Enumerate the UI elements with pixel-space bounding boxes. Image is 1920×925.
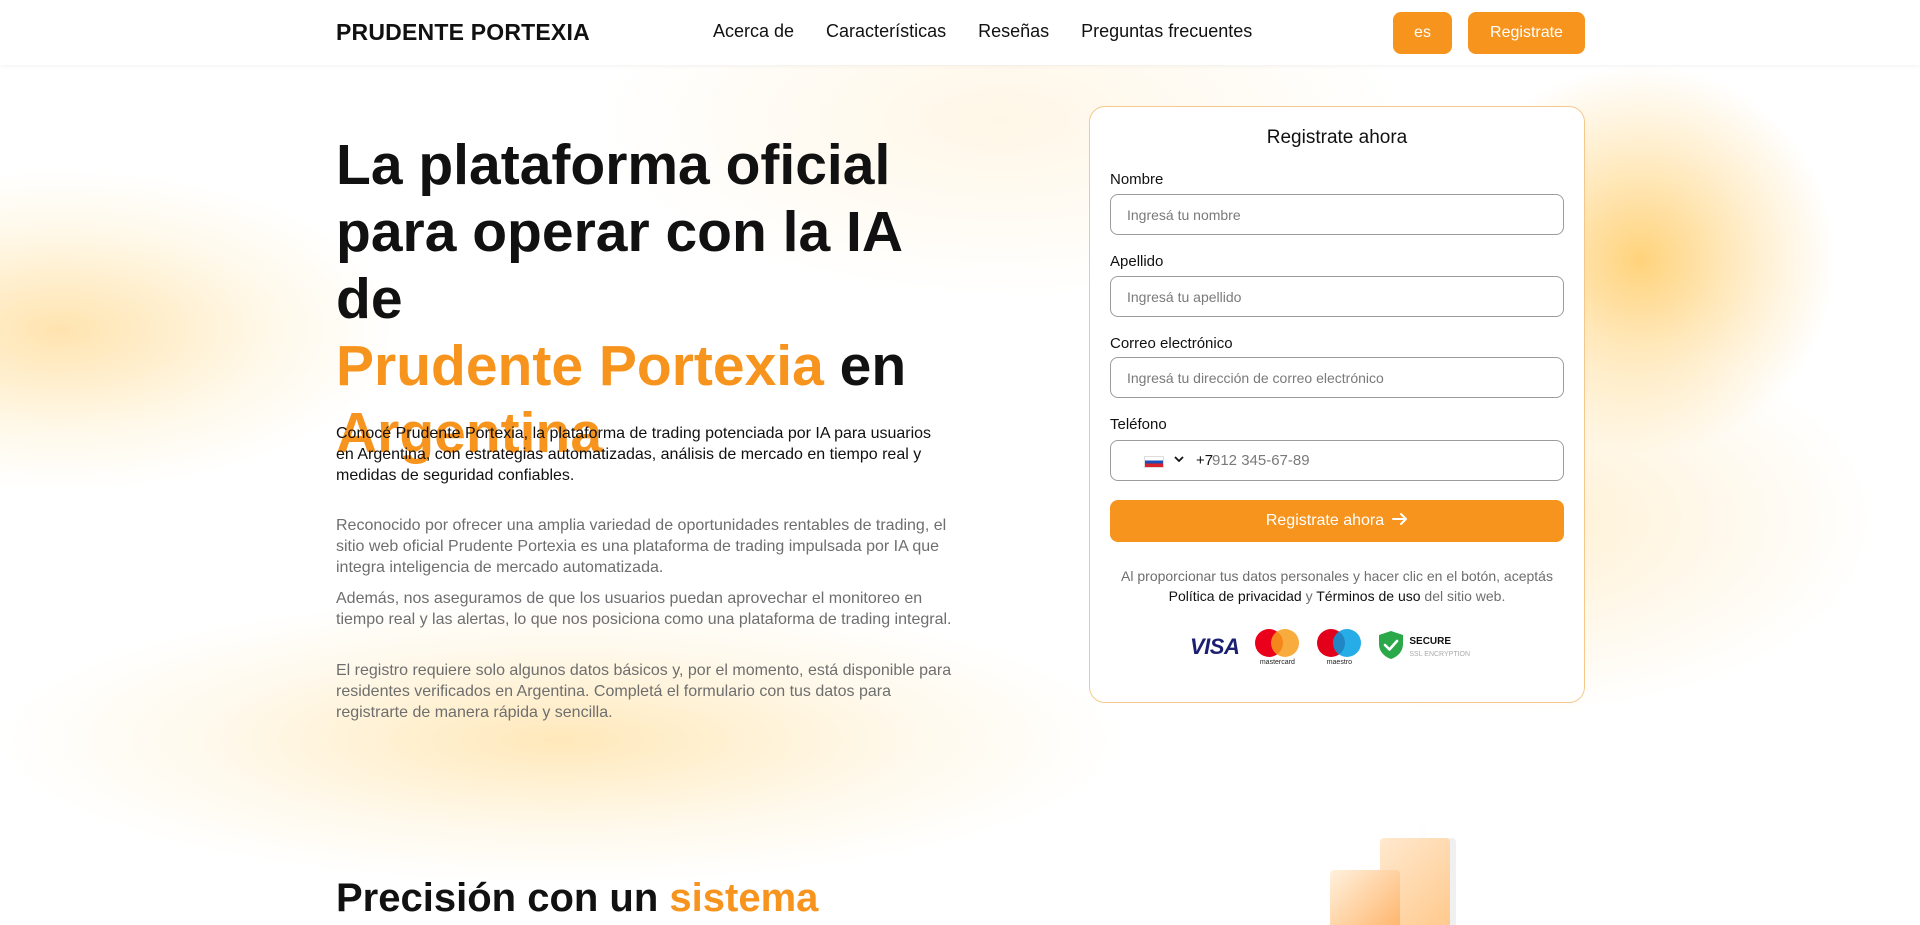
hero-paragraph: Reconocido por ofrecer una amplia varied… xyxy=(336,517,947,576)
hero-paragraph: El registro requiere solo algunos datos … xyxy=(336,662,952,721)
visa-logo: VISA xyxy=(1190,634,1240,659)
last-name-label: Apellido xyxy=(1110,253,1164,270)
hero-paragraph: Además, nos aseguramos de que los usuari… xyxy=(336,590,952,628)
nav-link-about[interactable]: Acerca de xyxy=(713,21,794,42)
section-title-accent: sistema xyxy=(669,876,819,920)
ssl-secure-badge: SECURE SSL ENCRYPTION xyxy=(1377,630,1470,665)
maestro-logo: maestro xyxy=(1315,627,1363,667)
hero-title-line1: La plataforma oficial xyxy=(336,133,891,197)
header-register-button[interactable]: Registrate xyxy=(1468,12,1585,54)
email-input[interactable] xyxy=(1110,357,1564,398)
submit-label: Registrate ahora xyxy=(1265,512,1385,529)
payment-badges: VISA mastercard maestro SECURE SSL ENCRY… xyxy=(1190,627,1490,667)
ssl-label: SSL ENCRYPTION xyxy=(1409,650,1471,658)
mastercard-logo: mastercard xyxy=(1253,627,1301,667)
phone-label: Teléfono xyxy=(1110,416,1167,433)
main-nav: Acerca de Características Reseñas Pregun… xyxy=(713,21,1252,42)
hero-lead: Conocé Prudente Portexia, la plataforma … xyxy=(336,425,932,484)
hero-title-connector: en xyxy=(823,334,907,398)
hero-title-brand: Prudente Portexia xyxy=(336,334,824,398)
registration-form: Registrate ahora Nombre Apellido Correo … xyxy=(1089,106,1585,703)
site-header: PRUDENTE PORTEXIA Acerca de Característi… xyxy=(0,0,1920,65)
russia-flag-icon[interactable] xyxy=(1144,456,1164,468)
email-label: Correo electrónico xyxy=(1110,335,1233,352)
language-button[interactable]: es xyxy=(1393,12,1452,54)
consent-post: del sitio web. xyxy=(1420,588,1506,604)
shield-check-icon xyxy=(1377,630,1405,665)
arrow-right-icon xyxy=(1392,512,1408,531)
nav-link-reviews[interactable]: Reseñas xyxy=(978,21,1049,42)
first-name-input[interactable] xyxy=(1110,194,1564,235)
section-title-text: Precisión con un xyxy=(336,876,670,920)
privacy-policy-link[interactable]: Política de privacidad xyxy=(1169,588,1302,604)
maestro-caption: maestro xyxy=(1326,659,1352,666)
nav-link-faq[interactable]: Preguntas frecuentes xyxy=(1081,21,1252,42)
phone-field: +7 xyxy=(1110,440,1564,481)
chart-illustration xyxy=(1330,820,1490,925)
phone-input[interactable] xyxy=(1212,442,1552,479)
hero-title-line2: para operar con la IA de xyxy=(336,200,901,331)
nav-link-features[interactable]: Características xyxy=(826,21,946,42)
chevron-down-icon[interactable] xyxy=(1173,453,1185,468)
first-name-label: Nombre xyxy=(1110,171,1164,188)
last-name-input[interactable] xyxy=(1110,276,1564,317)
section-title: Precisión con un sistema xyxy=(336,876,818,921)
consent-pre: Al proporcionar tus datos personales y h… xyxy=(1121,568,1553,584)
secure-label: SECURE xyxy=(1409,635,1452,647)
mastercard-caption: mastercard xyxy=(1259,659,1295,666)
dial-code: +7 xyxy=(1196,452,1214,469)
terms-link[interactable]: Términos de uso xyxy=(1316,588,1420,604)
consent-text: Al proporcionar tus datos personales y h… xyxy=(1120,566,1554,606)
hero-title: La plataforma oficial para operar con la… xyxy=(336,132,976,467)
form-title: Registrate ahora xyxy=(1266,127,1408,148)
brand-logo[interactable]: PRUDENTE PORTEXIA xyxy=(336,19,590,46)
submit-button[interactable]: Registrate ahora xyxy=(1110,500,1564,542)
consent-and: y xyxy=(1301,588,1317,604)
